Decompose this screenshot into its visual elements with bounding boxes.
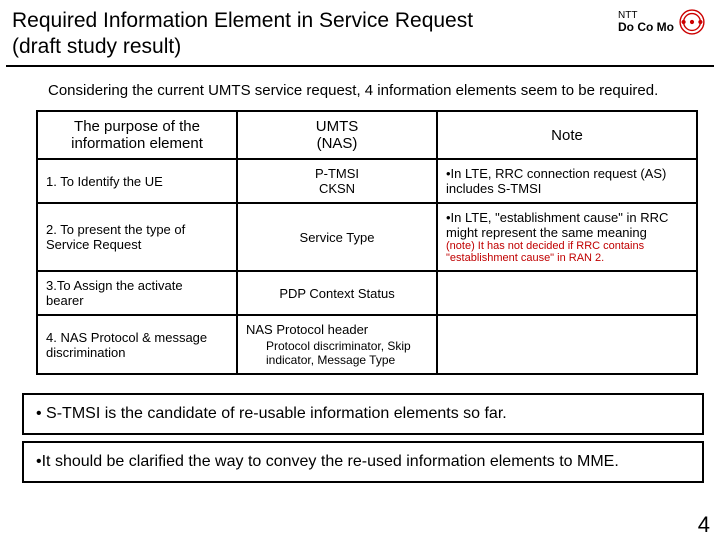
page-title: Required Information Element in Service … (12, 4, 473, 61)
page-number: 4 (698, 512, 710, 538)
logo-icon (678, 8, 706, 36)
col-umts-l1: UMTS (316, 118, 359, 135)
header: Required Information Element in Service … (6, 0, 714, 67)
summary-box-2: •It should be clarified the way to conve… (22, 441, 704, 483)
umts-l2: CKSN (319, 181, 355, 196)
umts-l1: P-TMSI (315, 166, 359, 181)
umts-sub: Protocol discriminator, Skip indicator, … (266, 339, 416, 367)
info-element-table: The purpose of the information element U… (36, 110, 698, 375)
title-line2: (draft study result) (12, 35, 181, 58)
table-row: 3.To Assign the activate bearer PDP Cont… (37, 271, 697, 315)
note-cell (437, 315, 697, 374)
note-cell (437, 271, 697, 315)
umts-cell: P-TMSI CKSN (237, 159, 437, 203)
purpose-cell: 1. To Identify the UE (37, 159, 237, 203)
purpose-cell: 4. NAS Protocol & message discrimination (37, 315, 237, 374)
note-main: •In LTE, "establishment cause" in RRC mi… (446, 210, 668, 240)
table-row: 1. To Identify the UE P-TMSI CKSN •In LT… (37, 159, 697, 203)
umts-cell: NAS Protocol header Protocol discriminat… (237, 315, 437, 374)
logo: NTT Do Co Mo (618, 4, 706, 36)
table-row: 4. NAS Protocol & message discrimination… (37, 315, 697, 374)
logo-brand: Do Co Mo (618, 20, 674, 34)
purpose-cell: 2. To present the type of Service Reques… (37, 203, 237, 271)
table-header-row: The purpose of the information element U… (37, 111, 697, 159)
note-cell: •In LTE, RRC connection request (AS) inc… (437, 159, 697, 203)
purpose-cell: 3.To Assign the activate bearer (37, 271, 237, 315)
summary-box-1: • S-TMSI is the candidate of re-usable i… (22, 393, 704, 435)
table-row: 2. To present the type of Service Reques… (37, 203, 697, 271)
col-purpose: The purpose of the information element (37, 111, 237, 159)
umts-cell: PDP Context Status (237, 271, 437, 315)
title-line1: Required Information Element in Service … (12, 9, 473, 32)
col-umts-l2: (NAS) (317, 135, 358, 152)
logo-text: NTT Do Co Mo (618, 10, 674, 34)
note-cell: •In LTE, "establishment cause" in RRC mi… (437, 203, 697, 271)
intro-text: Considering the current UMTS service req… (0, 67, 720, 105)
umts-cell: Service Type (237, 203, 437, 271)
col-note: Note (437, 111, 697, 159)
col-umts: UMTS (NAS) (237, 111, 437, 159)
umts-main: NAS Protocol header (246, 322, 368, 337)
note-sub: (note) It has not decided if RRC contain… (446, 240, 688, 264)
